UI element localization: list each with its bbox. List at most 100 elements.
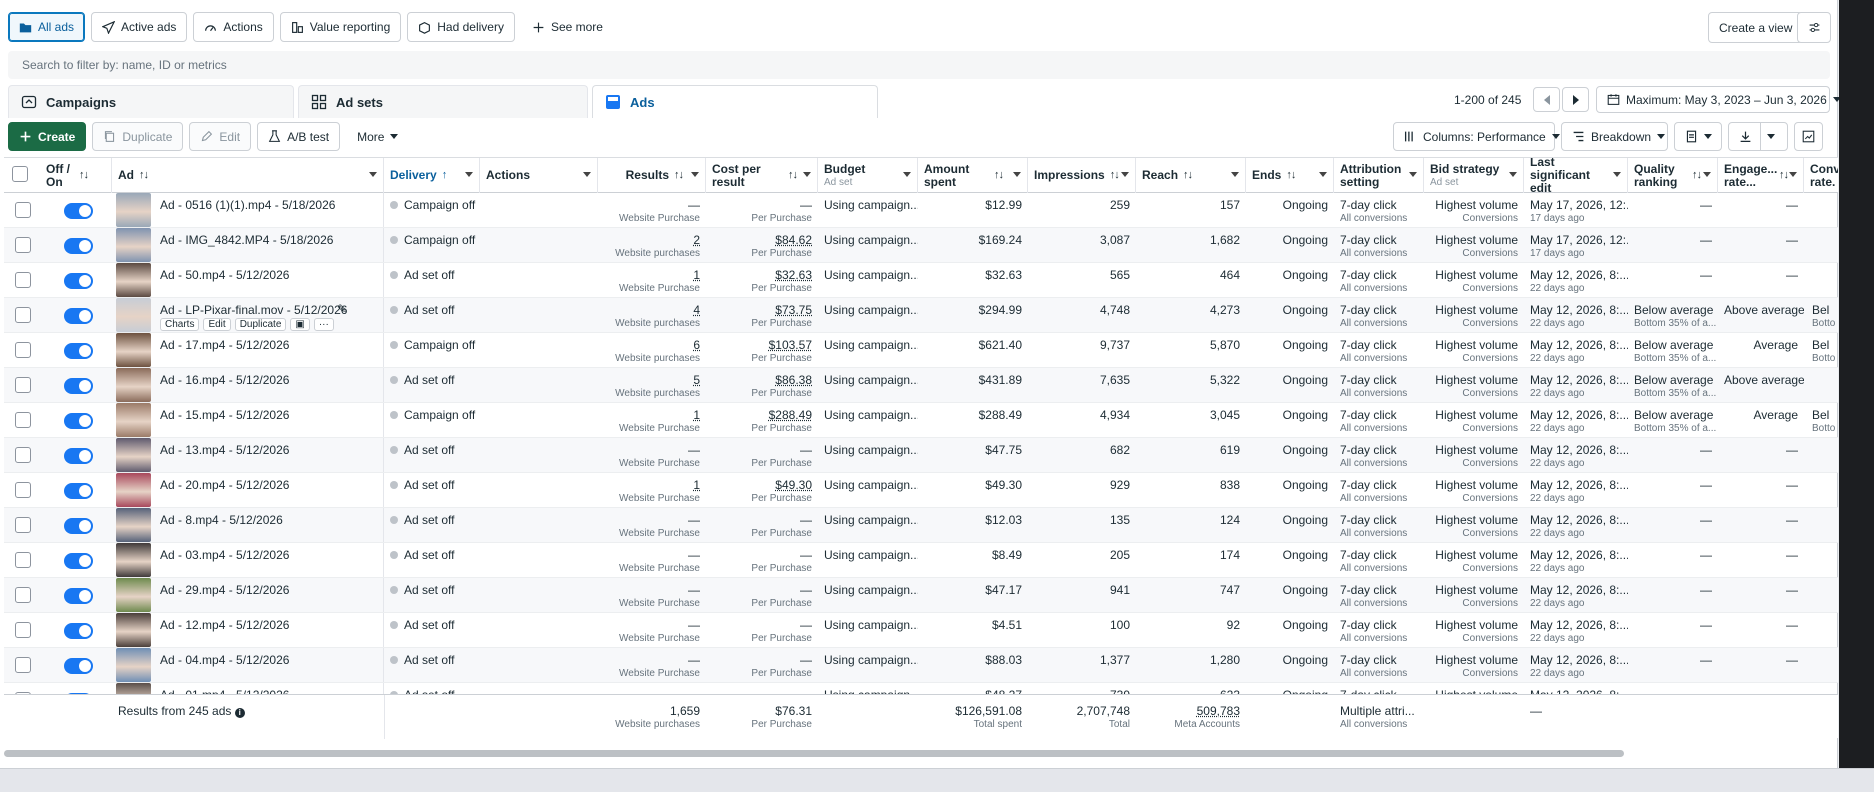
view-all-ads[interactable]: All ads (8, 12, 86, 42)
ad-name[interactable]: Ad - 04.mp4 - 5/12/2026 (160, 653, 377, 667)
more-options-icon[interactable]: ··· (313, 318, 334, 331)
table-row[interactable]: Ad - 20.mp4 - 5/12/2026 Ad set off 1 Webs… (4, 473, 1838, 508)
ad-name[interactable]: Ad - 03.mp4 - 5/12/2026 (160, 548, 377, 562)
table-row[interactable]: Ad - 04.mp4 - 5/12/2026 Ad set off — Webs… (4, 648, 1838, 683)
table-row[interactable]: Ad - 0516 (1)(1).mp4 - 5/18/2026 Campaig… (4, 193, 1838, 228)
table-row[interactable]: Ad - LP-Pixar-final.mov - 5/12/2026 ✎ Ch… (4, 298, 1838, 333)
header-cost-per-result[interactable]: Cost per result ↑↓ (706, 158, 818, 193)
view-settings-button[interactable] (1797, 12, 1831, 43)
ad-name[interactable]: Ad - 13.mp4 - 5/12/2026 (160, 443, 377, 457)
ad-name[interactable]: Ad - 15.mp4 - 5/12/2026 (160, 408, 377, 422)
header-attribution[interactable]: Attribution setting (1334, 158, 1424, 193)
table-row[interactable]: Ad - 8.mp4 - 5/12/2026 Ad set off — Websi… (4, 508, 1838, 543)
row-on-off-toggle[interactable] (64, 483, 93, 499)
next-page-button[interactable] (1562, 87, 1589, 112)
row-checkbox[interactable] (15, 272, 31, 288)
table-row[interactable]: Ad - 12.mp4 - 5/12/2026 Ad set off — Webs… (4, 613, 1838, 648)
ad-name[interactable]: Ad - 8.mp4 - 5/12/2026 (160, 513, 377, 527)
ad-name[interactable]: Ad - IMG_4842.MP4 - 5/18/2026 (160, 233, 377, 247)
row-on-off-toggle[interactable] (64, 413, 93, 429)
row-on-off-toggle[interactable] (64, 658, 93, 674)
ad-name[interactable]: Ad - 20.mp4 - 5/12/2026 (160, 478, 377, 492)
table-row[interactable]: Ad - IMG_4842.MP4 - 5/18/2026 Campaign o… (4, 228, 1838, 263)
header-ad[interactable]: Ad ↑↓ (112, 158, 384, 193)
edit-link[interactable]: Edit (203, 318, 231, 331)
view-value-reporting[interactable]: Value reporting (279, 12, 402, 42)
row-checkbox[interactable] (15, 377, 31, 393)
header-ends[interactable]: Ends ↑↓ (1246, 158, 1334, 193)
create-view-button[interactable]: Create a view (1708, 12, 1804, 43)
row-on-off-toggle[interactable] (64, 203, 93, 219)
ad-name[interactable]: Ad - 12.mp4 - 5/12/2026 (160, 618, 377, 632)
edit-button[interactable]: Edit (189, 122, 252, 151)
row-checkbox[interactable] (15, 587, 31, 603)
row-on-off-toggle[interactable] (64, 623, 93, 639)
view-had-delivery[interactable]: Had delivery (407, 12, 515, 42)
header-engagement-rate[interactable]: Engage... rate... ↑↓ (1718, 158, 1804, 193)
ad-name[interactable]: Ad - 50.mp4 - 5/12/2026 (160, 268, 377, 282)
row-on-off-toggle[interactable] (64, 448, 93, 464)
row-checkbox[interactable] (15, 657, 31, 673)
duplicate-link[interactable]: Duplicate (234, 318, 287, 331)
header-delivery[interactable]: Delivery ↑ (384, 158, 480, 193)
horizontal-scrollbar[interactable] (4, 750, 1624, 757)
row-on-off-toggle[interactable] (64, 308, 93, 324)
edit-name-icon[interactable]: ✎ (337, 302, 347, 316)
header-amount-spent[interactable]: Amount spent ↑↓ (918, 158, 1028, 193)
view-active-ads[interactable]: Active ads (91, 12, 188, 42)
row-on-off-toggle[interactable] (64, 343, 93, 359)
row-on-off-toggle[interactable] (64, 588, 93, 604)
row-checkbox[interactable] (15, 517, 31, 533)
header-last-edit[interactable]: Last significant edit (1524, 158, 1628, 195)
ad-name[interactable]: Ad - 17.mp4 - 5/12/2026 (160, 338, 377, 352)
row-on-off-toggle[interactable] (64, 273, 93, 289)
header-off-on[interactable]: Off / On ↑↓ (40, 158, 112, 193)
row-checkbox[interactable] (15, 412, 31, 428)
create-button[interactable]: Create (8, 122, 87, 151)
table-row[interactable]: Ad - 50.mp4 - 5/12/2026 Ad set off 1 Webs… (4, 263, 1838, 298)
preview-icon[interactable]: ▣ (290, 318, 310, 331)
tab-ads[interactable]: Ads (592, 85, 878, 118)
chart-toggle-button[interactable] (1794, 122, 1823, 151)
header-impressions[interactable]: Impressions ↑↓ (1028, 158, 1136, 193)
table-row[interactable]: Ad - 03.mp4 - 5/12/2026 Ad set off — Webs… (4, 543, 1838, 578)
header-conversion-rate[interactable]: Conv rate. (1804, 158, 1838, 193)
row-checkbox[interactable] (15, 622, 31, 638)
select-all-checkbox[interactable] (12, 166, 28, 182)
row-checkbox[interactable] (15, 447, 31, 463)
reports-button[interactable] (1674, 122, 1722, 151)
row-checkbox[interactable] (15, 342, 31, 358)
header-results[interactable]: Results ↑↓ (598, 158, 706, 193)
search-input[interactable]: Search to filter by: name, ID or metrics (8, 51, 1830, 79)
ad-name[interactable]: Ad - 16.mp4 - 5/12/2026 (160, 373, 377, 387)
row-on-off-toggle[interactable] (64, 378, 93, 394)
columns-selector[interactable]: Columns: Performance (1393, 122, 1560, 151)
duplicate-button[interactable]: Duplicate (92, 122, 184, 151)
more-button[interactable]: More (346, 122, 409, 151)
charts-link[interactable]: Charts (160, 318, 200, 331)
header-actions[interactable]: Actions (480, 158, 598, 193)
tab-campaigns[interactable]: Campaigns (8, 85, 294, 118)
table-row[interactable]: Ad - 13.mp4 - 5/12/2026 Ad set off — Webs… (4, 438, 1838, 473)
breakdown-selector[interactable]: Breakdown (1561, 122, 1668, 151)
header-quality-ranking[interactable]: Quality ranking ↑↓ (1628, 158, 1718, 193)
view-actions[interactable]: Actions (193, 12, 274, 42)
prev-page-button[interactable] (1533, 87, 1560, 112)
row-checkbox[interactable] (15, 482, 31, 498)
date-range-picker[interactable]: Maximum: May 3, 2023 – Jun 3, 2026 (1596, 86, 1841, 113)
header-select-all[interactable] (4, 158, 40, 193)
ad-name[interactable]: Ad - 0516 (1)(1).mp4 - 5/18/2026 (160, 198, 377, 212)
tab-ad-sets[interactable]: Ad sets (298, 85, 588, 118)
row-checkbox[interactable] (15, 237, 31, 253)
table-row[interactable]: Ad - 29.mp4 - 5/12/2026 Ad set off — Webs… (4, 578, 1838, 613)
row-checkbox[interactable] (15, 307, 31, 323)
export-button[interactable] (1728, 122, 1788, 151)
view-see-more[interactable]: See more (521, 12, 614, 42)
table-row[interactable]: Ad - 17.mp4 - 5/12/2026 Campaign off 6 We… (4, 333, 1838, 368)
row-checkbox[interactable] (15, 202, 31, 218)
table-row[interactable]: Ad - 15.mp4 - 5/12/2026 Campaign off 1 We… (4, 403, 1838, 438)
row-on-off-toggle[interactable] (64, 518, 93, 534)
ad-name[interactable]: Ad - 29.mp4 - 5/12/2026 (160, 583, 377, 597)
row-checkbox[interactable] (15, 552, 31, 568)
row-on-off-toggle[interactable] (64, 553, 93, 569)
